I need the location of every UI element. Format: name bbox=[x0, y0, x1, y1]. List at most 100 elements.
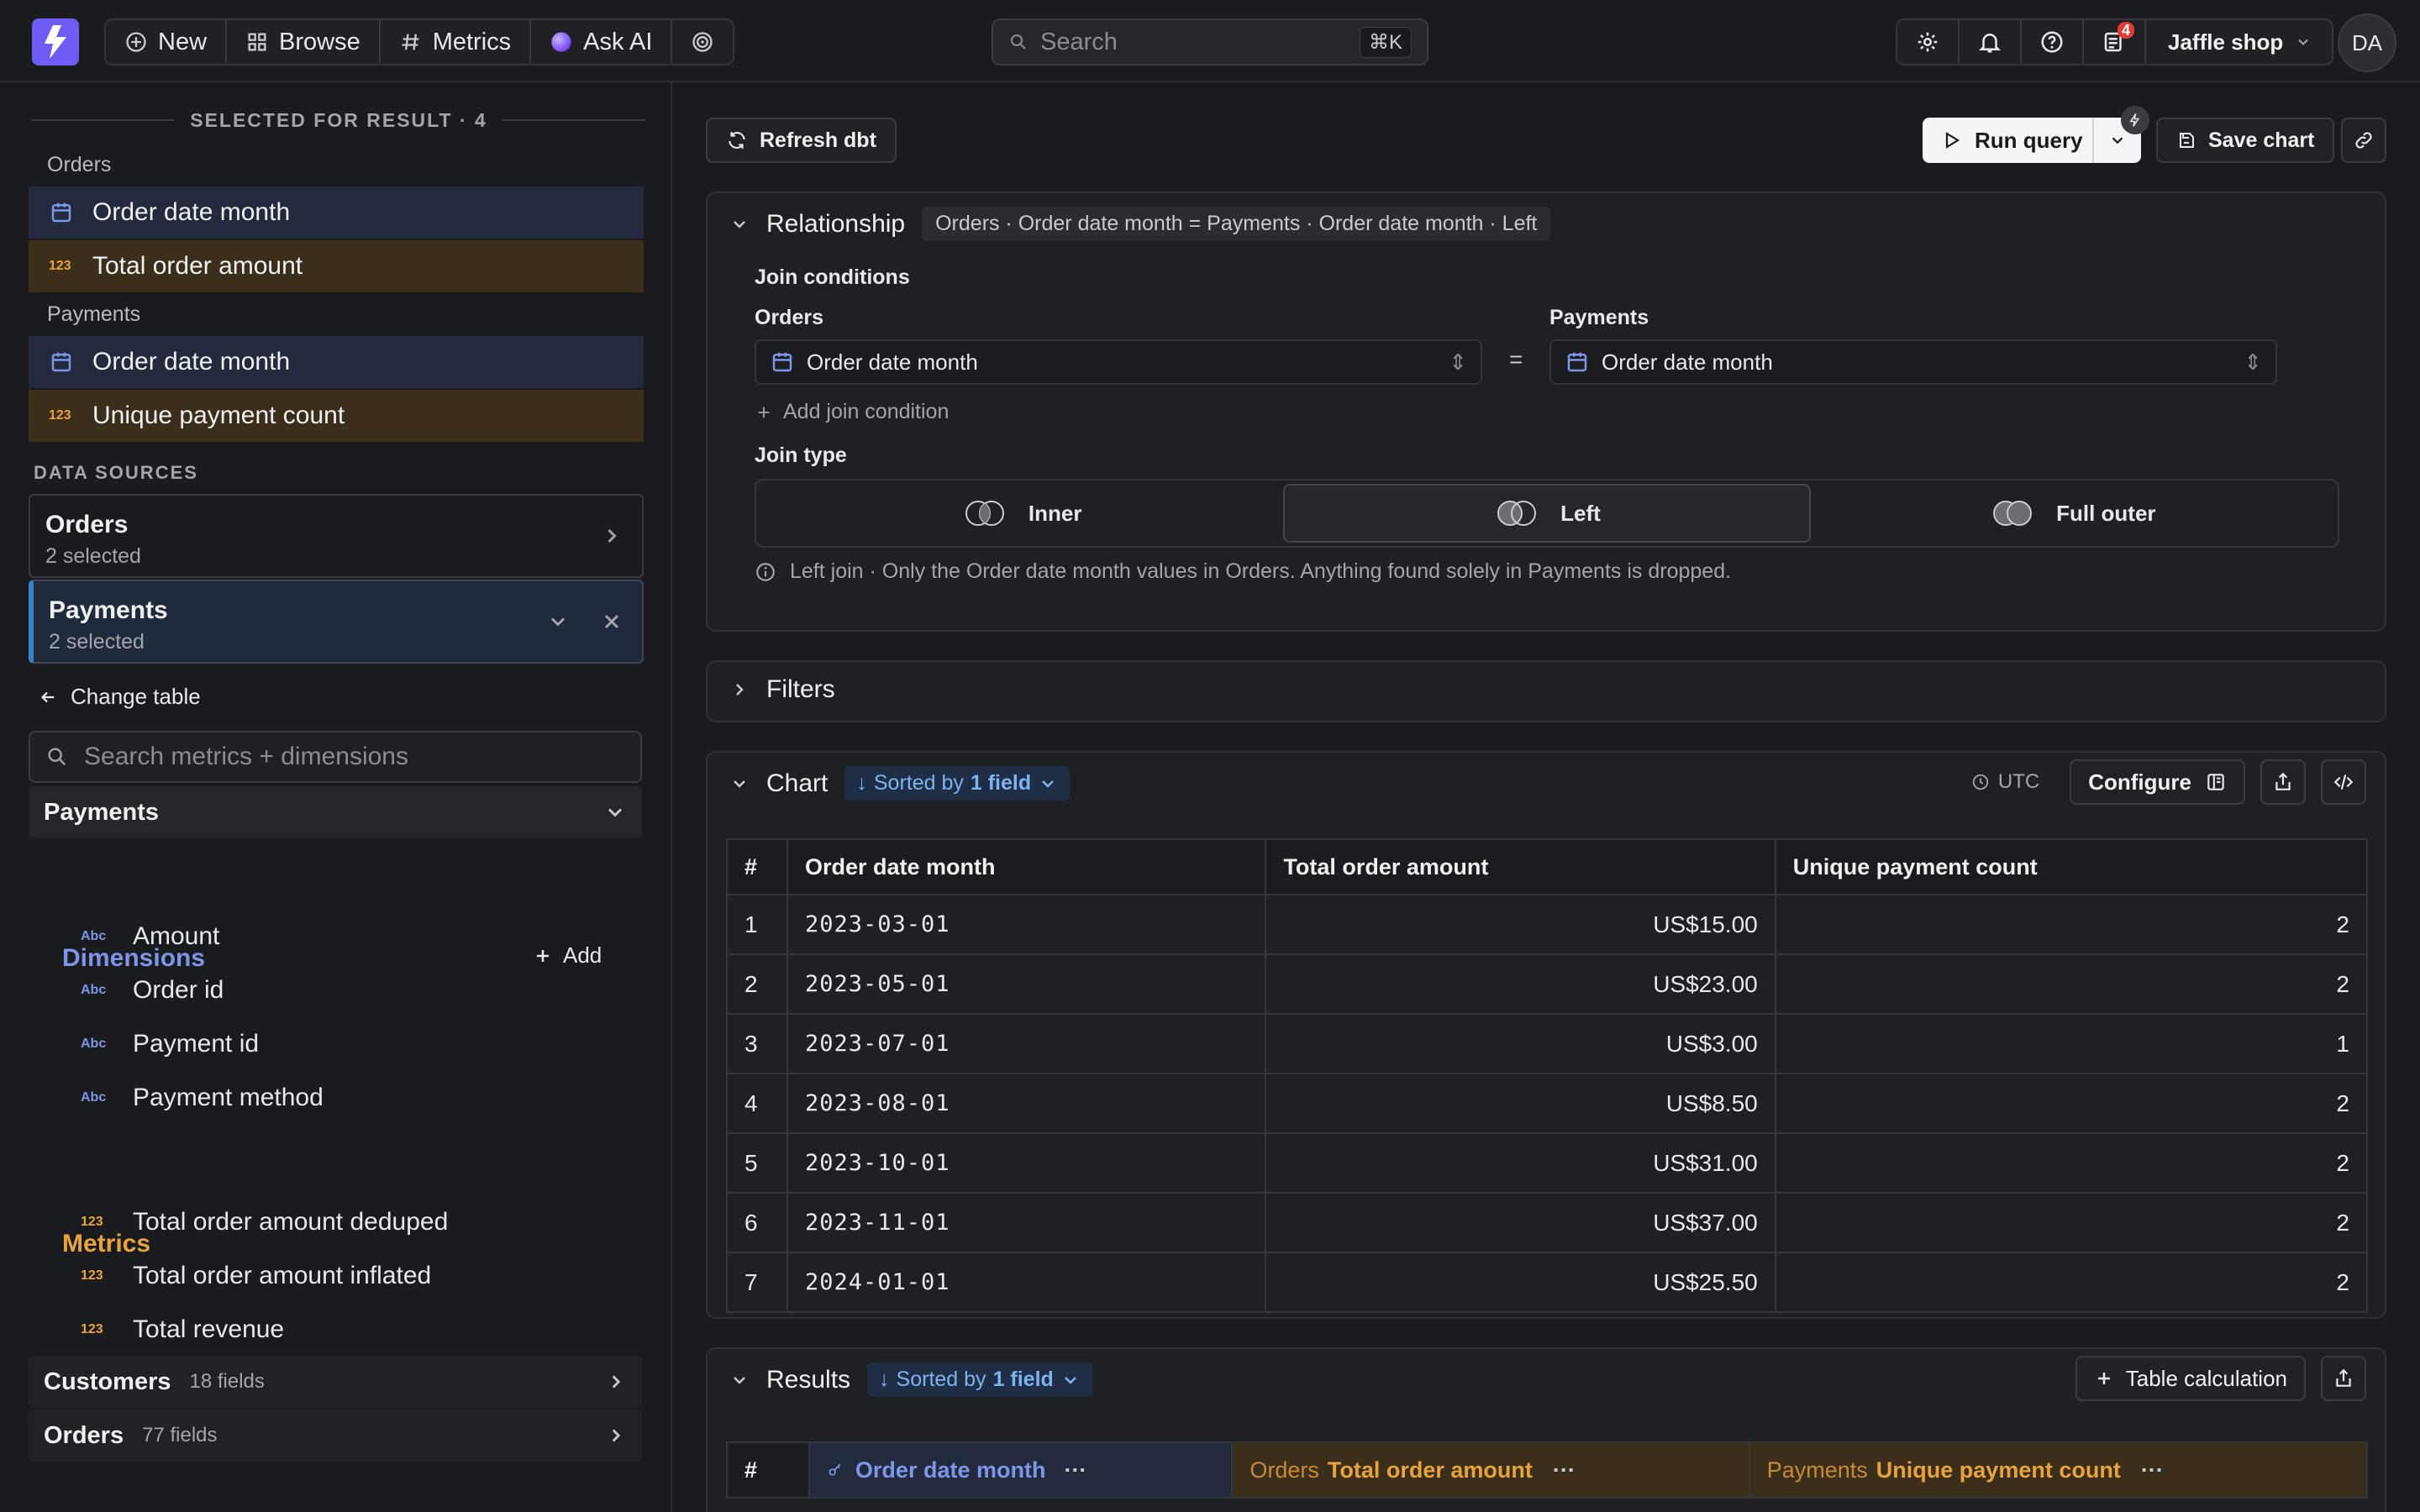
results-header-total-order-amount[interactable]: Orders Total order amount ··· bbox=[1231, 1441, 1750, 1499]
cell-total-order-amount[interactable]: US$3.00 bbox=[1265, 1013, 1776, 1074]
lightdash-logo[interactable] bbox=[32, 18, 79, 66]
table-row[interactable]: 5 2023-10-01 US$31.00 2 bbox=[726, 1132, 2369, 1194]
column-header-index[interactable]: # bbox=[726, 838, 788, 895]
table-row[interactable]: 6 2023-11-01 US$37.00 2 bbox=[726, 1192, 2369, 1253]
export-results-button[interactable] bbox=[2321, 1356, 2366, 1401]
results-header-index[interactable]: # bbox=[726, 1441, 810, 1499]
column-header-order-date-month[interactable]: Order date month bbox=[786, 838, 1267, 895]
cell-unique-payment-count[interactable]: 2 bbox=[1774, 953, 2369, 1015]
metric-field-total-order-amount-deduped[interactable]: 123 Total order amount deduped bbox=[81, 1208, 448, 1236]
table-section-payments[interactable]: Payments bbox=[29, 786, 642, 838]
selected-field-orders-order-date-month[interactable]: Order date month bbox=[29, 186, 644, 239]
relationship-header[interactable]: Relationship Orders · Order date month =… bbox=[729, 207, 1551, 241]
help-button[interactable] bbox=[2022, 20, 2084, 64]
target-button[interactable] bbox=[672, 20, 734, 64]
chart-header[interactable]: Chart ↓ Sorted by 1 field bbox=[729, 766, 1071, 801]
column-header-unique-payment-count[interactable]: Unique payment count bbox=[1774, 838, 2369, 895]
cell-unique-payment-count[interactable]: 2 bbox=[1774, 1252, 2369, 1313]
browse-button[interactable]: Browse bbox=[227, 20, 381, 64]
selected-field-payments-order-date-month[interactable]: Order date month bbox=[29, 336, 644, 388]
dimension-field-payment-method[interactable]: Abc Payment method bbox=[81, 1084, 324, 1112]
field-search-input[interactable]: Search metrics + dimensions bbox=[29, 731, 642, 783]
cell-total-order-amount[interactable]: US$23.00 bbox=[1265, 953, 1776, 1015]
dimension-field-amount[interactable]: Abc Amount bbox=[81, 922, 219, 951]
column-menu-icon[interactable]: ··· bbox=[1064, 1457, 1086, 1483]
share-link-button[interactable] bbox=[2341, 118, 2386, 163]
add-dimension-button[interactable]: Add bbox=[533, 942, 602, 969]
ask-ai-button[interactable]: Ask AI bbox=[531, 20, 673, 64]
right-join-field-select[interactable]: Order date month ⇕ bbox=[1549, 339, 2277, 385]
left-join-field-select[interactable]: Order date month ⇕ bbox=[755, 339, 1482, 385]
refresh-dbt-button[interactable]: Refresh dbt bbox=[706, 118, 897, 163]
join-type-full-outer[interactable]: Full outer bbox=[1811, 484, 2334, 543]
notifications-button[interactable] bbox=[1960, 20, 2022, 64]
cell-order-date-month[interactable]: 2023-08-01 bbox=[786, 1073, 1267, 1134]
column-header-total-order-amount[interactable]: Total order amount bbox=[1265, 838, 1776, 895]
chevron-right-icon[interactable] bbox=[600, 524, 623, 548]
table-row[interactable]: 3 2023-07-01 US$3.00 1 bbox=[726, 1013, 2369, 1074]
cell-total-order-amount[interactable]: US$25.50 bbox=[1265, 1252, 1776, 1313]
cell-total-order-amount[interactable]: US$8.50 bbox=[1265, 1073, 1776, 1134]
cell-index[interactable]: 1 bbox=[726, 894, 788, 955]
chevron-down-icon[interactable] bbox=[546, 610, 570, 633]
metric-field-total-order-amount-inflated[interactable]: 123 Total order amount inflated bbox=[81, 1262, 431, 1290]
table-row[interactable]: 4 2023-08-01 US$8.50 2 bbox=[726, 1073, 2369, 1134]
global-search-input[interactable]: Search ⌘K bbox=[992, 18, 1428, 66]
filters-panel[interactable]: Filters bbox=[706, 660, 2386, 722]
settings-button[interactable] bbox=[1897, 20, 1960, 64]
cell-index[interactable]: 5 bbox=[726, 1132, 788, 1194]
selected-field-orders-total-order-amount[interactable]: 123 Total order amount bbox=[29, 240, 644, 292]
cell-order-date-month[interactable]: 2023-11-01 bbox=[786, 1192, 1267, 1253]
data-source-orders[interactable]: Orders 2 selected bbox=[29, 494, 644, 578]
configure-chart-button[interactable]: Configure bbox=[2070, 759, 2245, 805]
cell-total-order-amount[interactable]: US$15.00 bbox=[1265, 894, 1776, 955]
cell-total-order-amount[interactable]: US$31.00 bbox=[1265, 1132, 1776, 1194]
export-chart-button[interactable] bbox=[2260, 759, 2306, 805]
timezone-indicator[interactable]: UTC bbox=[1971, 770, 2039, 794]
auto-fetch-indicator[interactable] bbox=[2121, 106, 2149, 134]
table-calculation-button[interactable]: Table calculation bbox=[2075, 1356, 2306, 1401]
filters-header[interactable]: Filters bbox=[729, 675, 835, 704]
cell-index[interactable]: 7 bbox=[726, 1252, 788, 1313]
join-type-left[interactable]: Left bbox=[1283, 484, 1811, 543]
whats-new-button[interactable]: 4 bbox=[2084, 20, 2146, 64]
table-row[interactable]: 7 2024-01-01 US$25.50 2 bbox=[726, 1252, 2369, 1313]
results-header[interactable]: Results ↓ Sorted by 1 field bbox=[729, 1362, 1092, 1397]
embed-code-button[interactable] bbox=[2321, 759, 2366, 805]
results-header-unique-payment-count[interactable]: Payments Unique payment count ··· bbox=[1748, 1441, 2369, 1499]
close-icon[interactable] bbox=[600, 610, 623, 633]
add-join-condition-button[interactable]: Add join condition bbox=[755, 400, 949, 424]
cell-unique-payment-count[interactable]: 1 bbox=[1774, 1013, 2369, 1074]
change-table-button[interactable]: Change table bbox=[39, 684, 201, 710]
cell-unique-payment-count[interactable]: 2 bbox=[1774, 1192, 2369, 1253]
cell-index[interactable]: 2 bbox=[726, 953, 788, 1015]
user-avatar[interactable]: DA bbox=[2338, 13, 2396, 72]
cell-order-date-month[interactable]: 2023-03-01 bbox=[786, 894, 1267, 955]
project-switcher[interactable]: Jaffle shop bbox=[2146, 20, 2333, 64]
run-query-button[interactable]: Run query bbox=[1923, 128, 2092, 154]
new-button[interactable]: New bbox=[106, 20, 228, 64]
column-menu-icon[interactable]: ··· bbox=[1553, 1457, 1576, 1483]
cell-unique-payment-count[interactable]: 2 bbox=[1774, 1073, 2369, 1134]
dimension-field-payment-id[interactable]: Abc Payment id bbox=[81, 1030, 259, 1058]
table-section-orders[interactable]: Orders 77 fields bbox=[29, 1410, 642, 1462]
table-row[interactable]: 1 2023-03-01 US$15.00 2 bbox=[726, 894, 2369, 955]
metrics-button[interactable]: Metrics bbox=[380, 20, 532, 64]
table-row[interactable]: 2 2023-05-01 US$23.00 2 bbox=[726, 953, 2369, 1015]
cell-order-date-month[interactable]: 2024-01-01 bbox=[786, 1252, 1267, 1313]
dimension-field-order-id[interactable]: Abc Order id bbox=[81, 976, 224, 1005]
cell-order-date-month[interactable]: 2023-10-01 bbox=[786, 1132, 1267, 1194]
cell-unique-payment-count[interactable]: 2 bbox=[1774, 1132, 2369, 1194]
chart-sort-pill[interactable]: ↓ Sorted by 1 field bbox=[844, 766, 1071, 801]
join-type-inner[interactable]: Inner bbox=[760, 484, 1283, 543]
cell-index[interactable]: 3 bbox=[726, 1013, 788, 1074]
results-header-order-date-month[interactable]: Order date month ··· bbox=[808, 1441, 1234, 1499]
cell-total-order-amount[interactable]: US$37.00 bbox=[1265, 1192, 1776, 1253]
cell-order-date-month[interactable]: 2023-07-01 bbox=[786, 1013, 1267, 1074]
metric-field-total-revenue[interactable]: 123 Total revenue bbox=[81, 1315, 284, 1344]
data-source-payments[interactable]: Payments 2 selected bbox=[29, 580, 644, 664]
cell-index[interactable]: 4 bbox=[726, 1073, 788, 1134]
column-menu-icon[interactable]: ··· bbox=[2141, 1457, 2164, 1483]
cell-order-date-month[interactable]: 2023-05-01 bbox=[786, 953, 1267, 1015]
cell-unique-payment-count[interactable]: 2 bbox=[1774, 894, 2369, 955]
